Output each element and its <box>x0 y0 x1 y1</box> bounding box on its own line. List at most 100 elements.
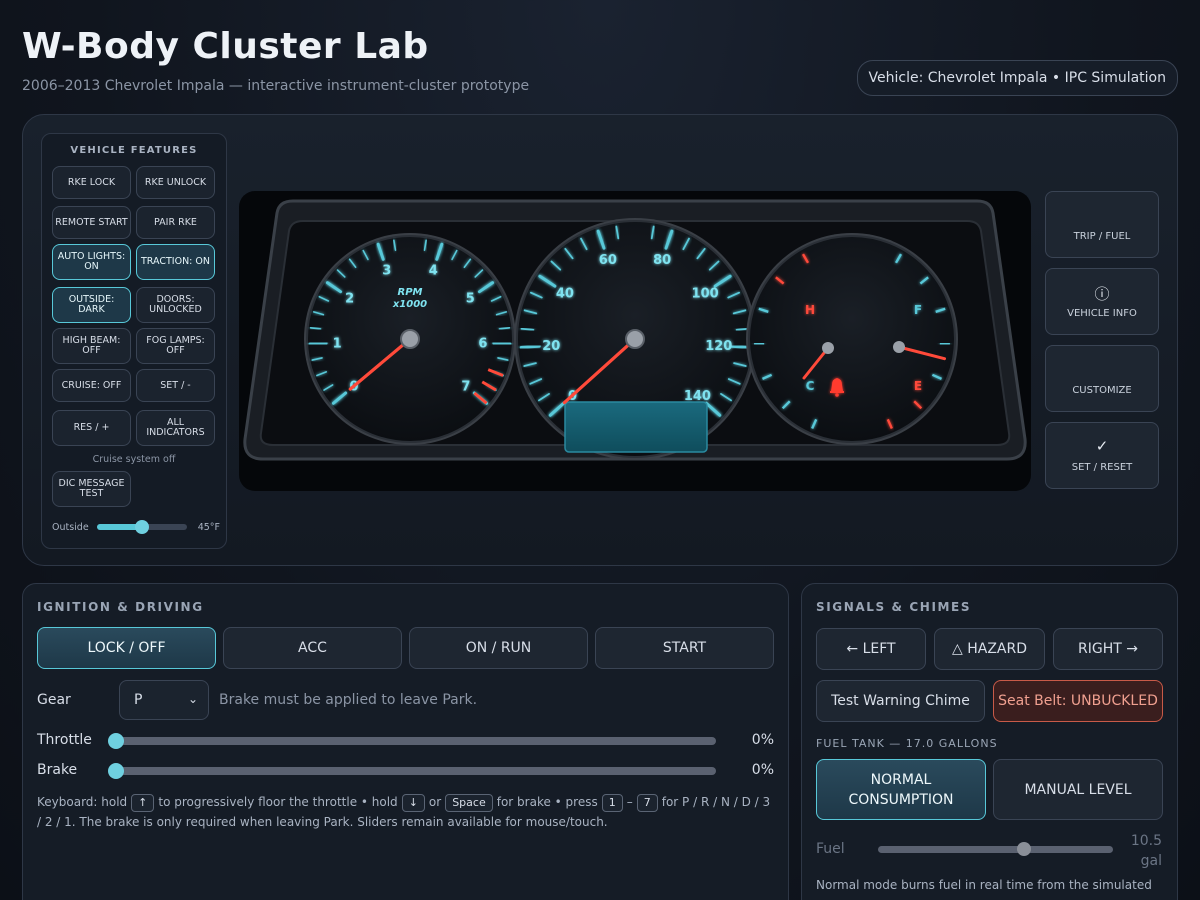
outside-temp-slider[interactable] <box>96 520 187 534</box>
right-turn-button[interactable]: RIGHT → <box>1053 628 1163 670</box>
ignition-acc-button[interactable]: ACC <box>223 627 402 669</box>
fuel-value: 10.5 gal <box>1130 833 1162 869</box>
vehicle-features-title: VEHICLE FEATURES <box>70 145 198 156</box>
speedo-minor-tick <box>520 327 535 331</box>
temp-needle-hub <box>822 342 834 354</box>
help-text: to progressively floor the throttle • ho… <box>158 795 398 809</box>
temp-hot-label: H <box>805 303 815 317</box>
throttle-value: 0% <box>751 732 774 748</box>
key-up-icon: ↑ <box>131 794 155 812</box>
side-button-label: SET / RESET <box>1071 462 1133 473</box>
feature-button-auto-lights-on[interactable]: AUTO LIGHTS: ON <box>52 244 131 280</box>
gear-hint: Brake must be applied to leave Park. <box>219 692 478 708</box>
vehicle-info-button[interactable]: ⓘ VEHICLE INFO <box>1045 268 1159 335</box>
vehicle-pill: Vehicle: Chevrolet Impala • IPC Simulati… <box>856 60 1178 96</box>
brake-slider[interactable] <box>108 763 716 779</box>
dic-display <box>564 401 708 453</box>
key-7: 7 <box>636 794 658 812</box>
brake-slider-thumb[interactable] <box>108 763 124 779</box>
key-space: Space <box>445 794 493 812</box>
outside-slider-thumb[interactable] <box>134 520 149 534</box>
feature-button-rke-lock[interactable]: RKE LOCK <box>52 166 131 199</box>
feature-button-traction-on[interactable]: TRACTION: ON <box>136 244 215 280</box>
left-turn-button[interactable]: ← LEFT <box>816 628 926 670</box>
help-text: Keyboard: hold <box>37 795 128 809</box>
feature-button-outside-dark[interactable]: OUTSIDE: DARK <box>52 287 131 323</box>
throttle-label: Throttle <box>37 732 92 748</box>
outside-temp-row: Outside 45°F <box>52 517 220 537</box>
tach-major-tick <box>492 341 512 346</box>
tick-label: 3 <box>382 263 391 278</box>
fuel-tick <box>939 342 950 346</box>
hazard-button[interactable]: △ HAZARD <box>934 628 1045 670</box>
chevron-down-icon: ⌄ <box>187 692 198 706</box>
rpm-unit-label: RPM <box>398 287 423 298</box>
help-text: – <box>626 795 633 809</box>
dic-message-test-button[interactable]: DIC MESSAGE TEST <box>52 471 131 507</box>
manual-level-button[interactable]: MANUAL LEVEL <box>993 759 1163 820</box>
fuel-full-label: F <box>914 303 922 317</box>
feature-button-fog-lamps-off[interactable]: FOG LAMPS: OFF <box>136 328 215 364</box>
help-text: or <box>428 795 442 809</box>
throttle-slider-thumb[interactable] <box>108 733 124 749</box>
gear-select[interactable]: P ⌄ <box>119 680 209 720</box>
feature-button-set[interactable]: SET / - <box>136 369 215 402</box>
page-subtitle: 2006–2013 Chevrolet Impala — interactive… <box>22 78 530 94</box>
fuel-slider[interactable] <box>878 842 1113 856</box>
fuel-empty-label: E <box>914 379 922 393</box>
fuel-slider-thumb[interactable] <box>1016 842 1031 856</box>
signals-chimes-card: SIGNALS & CHIMES ← LEFT △ HAZARD RIGHT →… <box>801 583 1178 900</box>
ignition-start-button[interactable]: START <box>595 627 774 669</box>
feature-button-res[interactable]: RES / + <box>52 410 131 446</box>
temp-cold-label: C <box>806 379 815 393</box>
normal-consumption-button[interactable]: NORMAL CONSUMPTION <box>816 759 986 820</box>
tick-label: 7 <box>461 380 470 395</box>
tick-label: 2 <box>345 292 354 307</box>
tach-major-tick <box>308 341 328 346</box>
feature-button-rke-unlock[interactable]: RKE UNLOCK <box>136 166 215 199</box>
trip-fuel-button[interactable]: TRIP / FUEL <box>1045 191 1159 258</box>
side-button-label: CUSTOMIZE <box>1072 385 1132 396</box>
tick-label: 80 <box>653 253 671 268</box>
vehicle-features-panel: VEHICLE FEATURES RKE LOCK RKE UNLOCK REMOT… <box>41 133 227 549</box>
outside-temp-value: 45°F <box>197 521 220 533</box>
gear-selected-value: P <box>134 692 143 708</box>
tach-minor-tick <box>498 327 511 330</box>
needle-hub <box>625 329 645 349</box>
keyboard-help: Keyboard: hold ↑ to progressively floor th… <box>37 792 777 832</box>
signals-card-title: SIGNALS & CHIMES <box>816 600 972 614</box>
cluster-panel: VEHICLE FEATURES RKE LOCK RKE UNLOCK REMOT… <box>22 114 1178 566</box>
speedo-major-tick <box>729 344 751 350</box>
tick-label: 20 <box>542 339 560 354</box>
needle-hub <box>400 329 420 349</box>
set-reset-button[interactable]: ✓ SET / RESET <box>1045 422 1159 489</box>
temp-tick <box>754 342 765 346</box>
seat-belt-button[interactable]: Seat Belt: UNBUCKLED <box>993 680 1163 722</box>
throttle-slider[interactable] <box>108 733 716 749</box>
help-text: for brake • press <box>496 795 598 809</box>
tick-label: 6 <box>478 336 487 351</box>
ignition-on-run-button[interactable]: ON / RUN <box>409 627 588 669</box>
ignition-card-title: IGNITION & DRIVING <box>37 600 204 614</box>
speedo-major-tick <box>519 344 541 350</box>
feature-button-remote-start[interactable]: REMOTE START <box>52 206 131 239</box>
feature-button-cruise-off[interactable]: CRUISE: OFF <box>52 369 131 402</box>
speedometer: 020406080100120140 <box>514 218 756 460</box>
test-warning-chime-button[interactable]: Test Warning Chime <box>816 680 985 722</box>
instrument-cluster: 01234567RPMx1000 020406080100120140 HCFE <box>239 191 1031 491</box>
side-button-label: TRIP / FUEL <box>1073 231 1131 242</box>
key-1: 1 <box>601 794 623 812</box>
customize-button[interactable]: CUSTOMIZE <box>1045 345 1159 412</box>
info-icon: ⓘ <box>1094 285 1110 303</box>
check-icon: ✓ <box>1095 437 1109 455</box>
ignition-lock-off-button[interactable]: LOCK / OFF <box>37 627 216 669</box>
feature-button-pair-rke[interactable]: PAIR RKE <box>136 206 215 239</box>
fuel-note: Normal mode burns fuel in real time from… <box>816 878 1152 892</box>
tick-label: 40 <box>556 286 574 301</box>
gear-label: Gear <box>37 692 71 708</box>
feature-button-doors-unlocked[interactable]: DOORS: UNLOCKED <box>136 287 215 323</box>
brake-value: 0% <box>751 762 774 778</box>
feature-button-high-beam-off[interactable]: HIGH BEAM: OFF <box>52 328 131 364</box>
tick-label: 1 <box>333 336 342 351</box>
feature-button-all-indicators[interactable]: ALL INDICATORS <box>136 410 215 446</box>
